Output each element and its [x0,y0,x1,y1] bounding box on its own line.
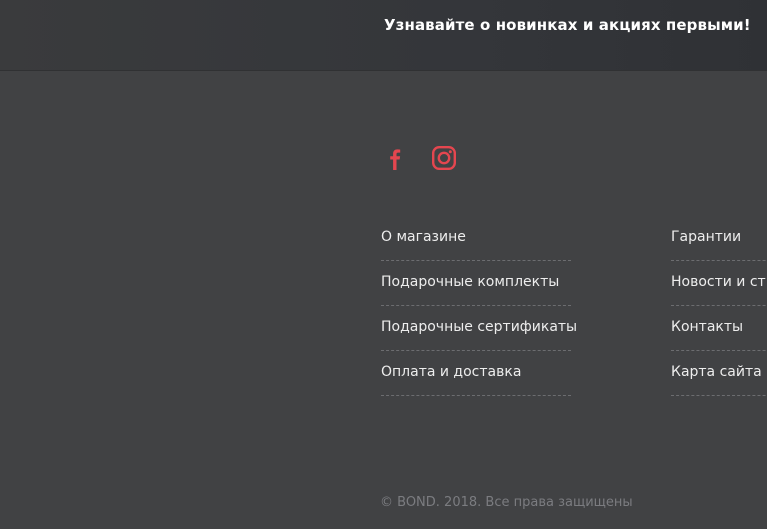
nav-link-warranty[interactable]: Гарантии [671,229,741,245]
nav-item-sitemap: Карта сайта [671,351,767,396]
facebook-link[interactable] [385,145,411,171]
copyright-text: © BOND. 2018. Все права защищены [380,495,633,510]
nav-link-about[interactable]: О магазине [381,229,466,245]
nav-link-gift-certificates[interactable]: Подарочные сертификаты [381,319,577,335]
nav-link-sitemap[interactable]: Карта сайта [671,364,762,380]
nav-item-gift-certificates: Подарочные сертификаты [381,306,577,351]
footer-nav-column-1: О магазине Подарочные комплекты Подарочн… [381,216,577,396]
nav-link-news[interactable]: Новости и ст [671,274,766,290]
nav-link-payment-delivery[interactable]: Оплата и доставка [381,364,521,380]
nav-link-contacts[interactable]: Контакты [671,319,743,335]
instagram-link[interactable] [431,145,457,171]
facebook-icon [385,145,411,171]
subscribe-bar: Узнавайте о новинках и акциях первыми! [0,0,767,70]
nav-item-payment-delivery: Оплата и доставка [381,351,571,396]
nav-item-warranty: Гарантии [671,216,767,261]
footer-page: Узнавайте о новинках и акциях первыми! О… [0,0,767,529]
nav-item-contacts: Контакты [671,306,767,351]
nav-item-about: О магазине [381,216,571,261]
nav-item-gift-sets: Подарочные комплекты [381,261,571,306]
subscribe-heading: Узнавайте о новинках и акциях первыми! [384,16,751,34]
footer-nav-column-2: Гарантии Новости и ст Контакты Карта сай… [671,216,767,396]
nav-item-news: Новости и ст [671,261,767,306]
instagram-icon [431,145,457,171]
nav-link-gift-sets[interactable]: Подарочные комплекты [381,274,559,290]
